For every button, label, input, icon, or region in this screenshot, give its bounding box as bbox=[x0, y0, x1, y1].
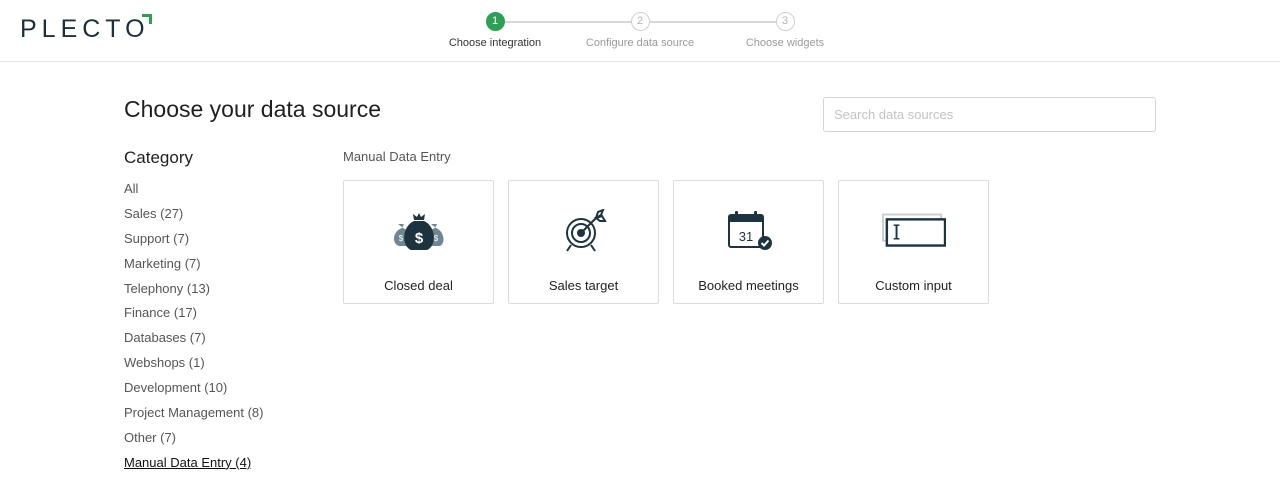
category-item-sales[interactable]: Sales (27) bbox=[124, 205, 263, 230]
text-input-icon bbox=[881, 207, 946, 255]
money-bags-icon: $ $ $ bbox=[387, 207, 451, 255]
card-closed-deal[interactable]: $ $ $ Closed deal bbox=[343, 180, 494, 304]
logo-text: PLECTO bbox=[20, 14, 150, 43]
step-choose-integration: 1 Choose integration bbox=[435, 12, 555, 49]
category-item-other[interactable]: Other (7) bbox=[124, 429, 263, 454]
step-number: 3 bbox=[775, 12, 795, 31]
card-booked-meetings[interactable]: 31 Booked meetings bbox=[673, 180, 824, 304]
card-label: Booked meetings bbox=[698, 278, 799, 293]
card-label: Closed deal bbox=[384, 278, 453, 293]
step-label: Choose widgets bbox=[745, 37, 825, 49]
category-item-databases[interactable]: Databases (7) bbox=[124, 329, 263, 354]
section-label: Manual Data Entry bbox=[343, 149, 451, 164]
plecto-logo[interactable]: PLECTO bbox=[20, 14, 152, 43]
svg-text:$: $ bbox=[433, 234, 438, 243]
card-sales-target[interactable]: Sales target bbox=[508, 180, 659, 304]
step-choose-widgets: 3 Choose widgets bbox=[725, 12, 845, 49]
category-item-finance[interactable]: Finance (17) bbox=[124, 304, 263, 329]
top-header: PLECTO 1 Choose integration 2 Configure … bbox=[0, 0, 1280, 62]
step-label: Configure data source bbox=[585, 37, 695, 49]
page-title: Choose your data source bbox=[124, 96, 381, 122]
svg-text:$: $ bbox=[414, 230, 423, 247]
step-number: 1 bbox=[485, 12, 505, 31]
svg-text:$: $ bbox=[398, 234, 403, 243]
category-item-all[interactable]: All bbox=[124, 180, 263, 205]
category-heading: Category bbox=[124, 148, 193, 167]
category-item-development[interactable]: Development (10) bbox=[124, 379, 263, 404]
progress-stepper: 1 Choose integration 2 Configure data so… bbox=[440, 12, 840, 56]
calendar-day-text: 31 bbox=[738, 229, 752, 244]
category-item-manual-data-entry[interactable]: Manual Data Entry (4) bbox=[124, 454, 263, 479]
card-label: Custom input bbox=[875, 278, 952, 293]
search-input[interactable] bbox=[823, 97, 1156, 132]
step-label: Choose integration bbox=[448, 37, 542, 49]
category-list: All Sales (27) Support (7) Marketing (7)… bbox=[124, 180, 263, 479]
category-item-support[interactable]: Support (7) bbox=[124, 230, 263, 255]
target-icon bbox=[552, 207, 616, 255]
card-custom-input[interactable]: Custom input bbox=[838, 180, 989, 304]
category-item-marketing[interactable]: Marketing (7) bbox=[124, 255, 263, 280]
card-label: Sales target bbox=[548, 278, 619, 293]
calendar-check-icon: 31 bbox=[717, 207, 781, 255]
data-source-cards: $ $ $ Closed deal Sales target 31 Booked… bbox=[343, 180, 989, 304]
logo-accent-icon bbox=[141, 14, 152, 24]
category-item-project-management[interactable]: Project Management (8) bbox=[124, 404, 263, 429]
step-number: 2 bbox=[630, 12, 650, 31]
category-item-telephony[interactable]: Telephony (13) bbox=[124, 280, 263, 305]
step-configure-data-source: 2 Configure data source bbox=[580, 12, 700, 49]
category-item-webshops[interactable]: Webshops (1) bbox=[124, 354, 263, 379]
